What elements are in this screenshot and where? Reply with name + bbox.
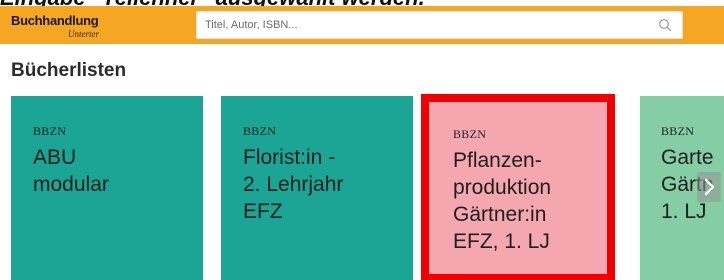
logo-tagline: Unterter — [68, 29, 99, 39]
card-title-line: 1. LJ — [661, 200, 707, 223]
card-title-line: modular — [33, 173, 109, 196]
card-title-line: EFZ — [243, 200, 283, 223]
card-title-line: ABU — [33, 146, 77, 169]
booklist-carousel: BBZN ABU modular BBZN Florist:in - 2. Le… — [0, 94, 724, 280]
search-box — [196, 11, 683, 39]
card-publisher: BBZN — [243, 124, 277, 138]
card-title: ABU modular — [33, 144, 203, 198]
booklist-card-florist[interactable]: BBZN Florist:in - 2. Lehrjahr EFZ — [221, 96, 413, 280]
booklist-card-abu-modular[interactable]: BBZN ABU modular — [11, 96, 203, 280]
card-title-line: Pflanzen- — [453, 149, 542, 172]
card-title-line: EFZ, 1. LJ — [453, 230, 550, 253]
store-logo[interactable]: Buchhandlung Unterter — [11, 10, 151, 40]
chevron-right-icon — [704, 178, 715, 196]
logo-wordmark: Buchhandlung — [11, 13, 99, 28]
card-publisher: BBZN — [453, 127, 487, 141]
booklist-card-pflanzenproduktion[interactable]: BBZN Pflanzen- produktion Gärtner:in EFZ… — [421, 94, 615, 280]
card-title-line: Gärtner:in — [453, 203, 547, 226]
card-title: Florist:in - 2. Lehrjahr EFZ — [243, 144, 413, 225]
card-title-line: Garte — [661, 146, 714, 169]
card-title: Pflanzen- produktion Gärtner:in EFZ, 1. … — [453, 147, 607, 255]
section-title: Bücherlisten — [11, 60, 127, 81]
carousel-next-button[interactable] — [697, 172, 721, 202]
search-input[interactable] — [205, 15, 645, 35]
card-title-line: 2. Lehrjahr — [243, 173, 344, 196]
search-icon[interactable] — [658, 18, 672, 32]
card-publisher: BBZN — [661, 124, 695, 138]
card-title-line: Florist:in - — [243, 146, 336, 169]
card-title-line: produktion — [453, 176, 552, 199]
top-navigation-bar: Buchhandlung Unterter — [0, 6, 724, 44]
card-publisher: BBZN — [33, 124, 67, 138]
